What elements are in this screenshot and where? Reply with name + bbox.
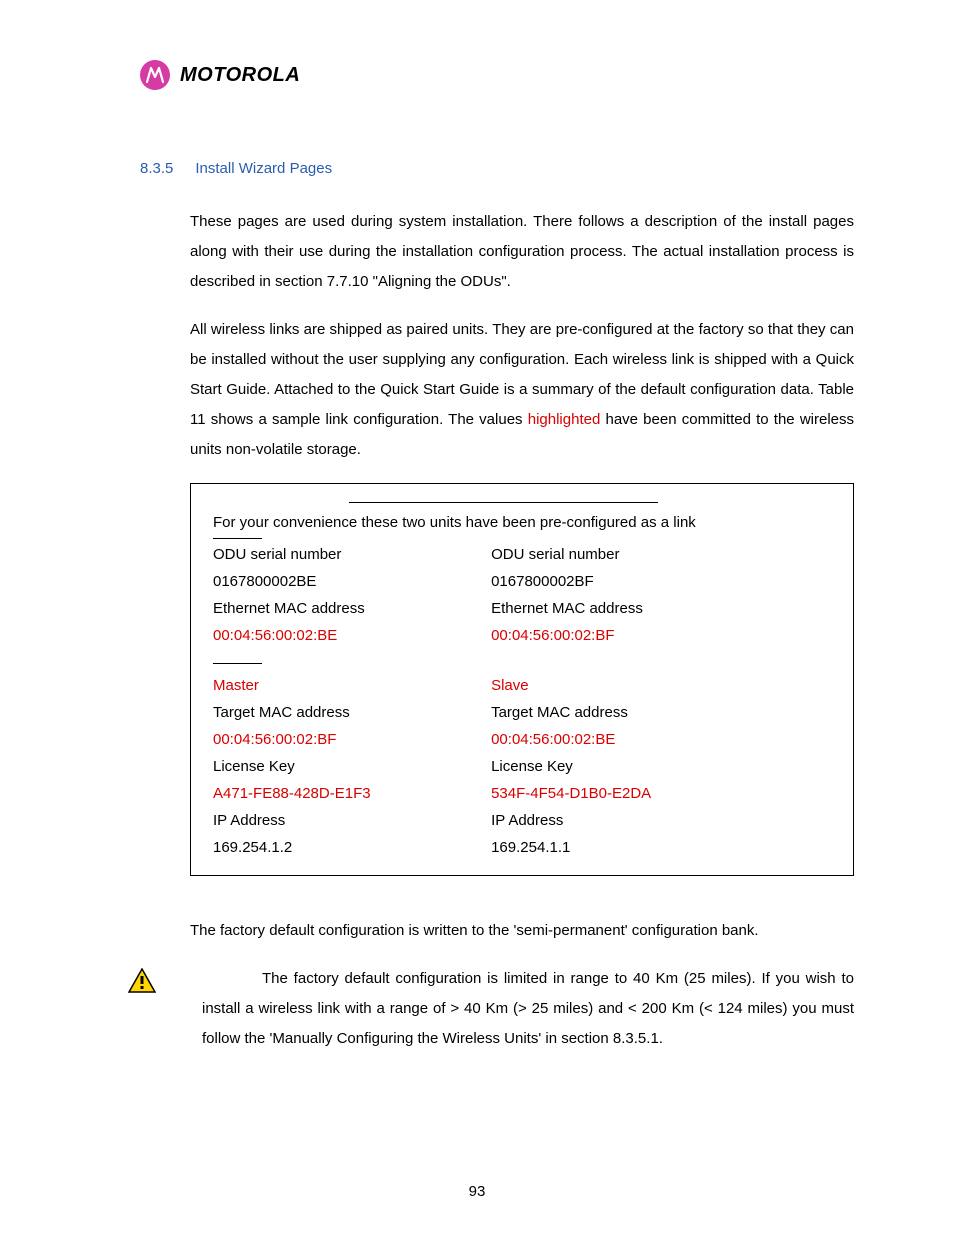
logo-text: MOTOROLA	[180, 64, 300, 87]
page-number: 93	[0, 1183, 954, 1200]
right-odu-label: ODU serial number	[491, 541, 831, 568]
warning-row: The factory default configuration is lim…	[128, 964, 854, 1072]
right-ip-label: IP Address	[491, 807, 831, 834]
heading-title: Install Wizard Pages	[195, 160, 332, 177]
left-ip-label: IP Address	[213, 807, 491, 834]
left-role: Master	[213, 672, 491, 699]
right-mac-val: 00:04:56:00:02:BF	[491, 622, 831, 649]
body-content: These pages are used during system insta…	[190, 207, 854, 946]
box-title: For your convenience these two units hav…	[213, 509, 831, 536]
config-box: For your convenience these two units hav…	[190, 483, 854, 876]
config-columns-2: Master Slave Target MAC address Target M…	[213, 672, 831, 861]
left-odu-val: 0167800002BE	[213, 568, 491, 595]
left-odu-label: ODU serial number	[213, 541, 491, 568]
right-target-val: 00:04:56:00:02:BE	[491, 726, 831, 753]
left-mac-val: 00:04:56:00:02:BE	[213, 622, 491, 649]
right-lic-val: 534F-4F54-D1B0-E2DA	[491, 780, 831, 807]
heading-number: 8.3.5	[140, 160, 173, 177]
divider-line	[349, 502, 658, 503]
paragraph-3: The factory default configuration is wri…	[190, 916, 854, 946]
right-role: Slave	[491, 672, 831, 699]
logo-row: MOTOROLA	[140, 60, 854, 90]
right-lic-label: License Key	[491, 753, 831, 780]
p1-text: These pages are used during system insta…	[190, 213, 854, 290]
paragraph-1: These pages are used during system insta…	[190, 207, 854, 297]
p3-text: The factory default configuration is wri…	[190, 922, 759, 939]
right-ip-val: 169.254.1.1	[491, 834, 831, 861]
left-target-val: 00:04:56:00:02:BF	[213, 726, 491, 753]
config-columns: ODU serial number ODU serial number 0167…	[213, 541, 831, 649]
right-mac-label: Ethernet MAC address	[491, 595, 831, 622]
left-ip-val: 169.254.1.2	[213, 834, 491, 861]
divider-line-short	[213, 663, 262, 664]
left-mac-label: Ethernet MAC address	[213, 595, 491, 622]
left-target-label: Target MAC address	[213, 699, 491, 726]
motorola-logo-icon	[140, 60, 170, 90]
right-odu-val: 0167800002BF	[491, 568, 831, 595]
left-lic-val: A471-FE88-428D-E1F3	[213, 780, 491, 807]
document-page: MOTOROLA 8.3.5 Install Wizard Pages Thes…	[0, 0, 954, 1235]
section-heading: 8.3.5 Install Wizard Pages	[140, 160, 854, 177]
divider-line-short	[213, 538, 262, 539]
warning-icon	[128, 968, 156, 999]
left-lic-label: License Key	[213, 753, 491, 780]
paragraph-2: All wireless links are shipped as paired…	[190, 315, 854, 465]
warning-text: The factory default configuration is lim…	[202, 964, 854, 1054]
p2-highlight: highlighted	[528, 411, 601, 428]
right-target-label: Target MAC address	[491, 699, 831, 726]
